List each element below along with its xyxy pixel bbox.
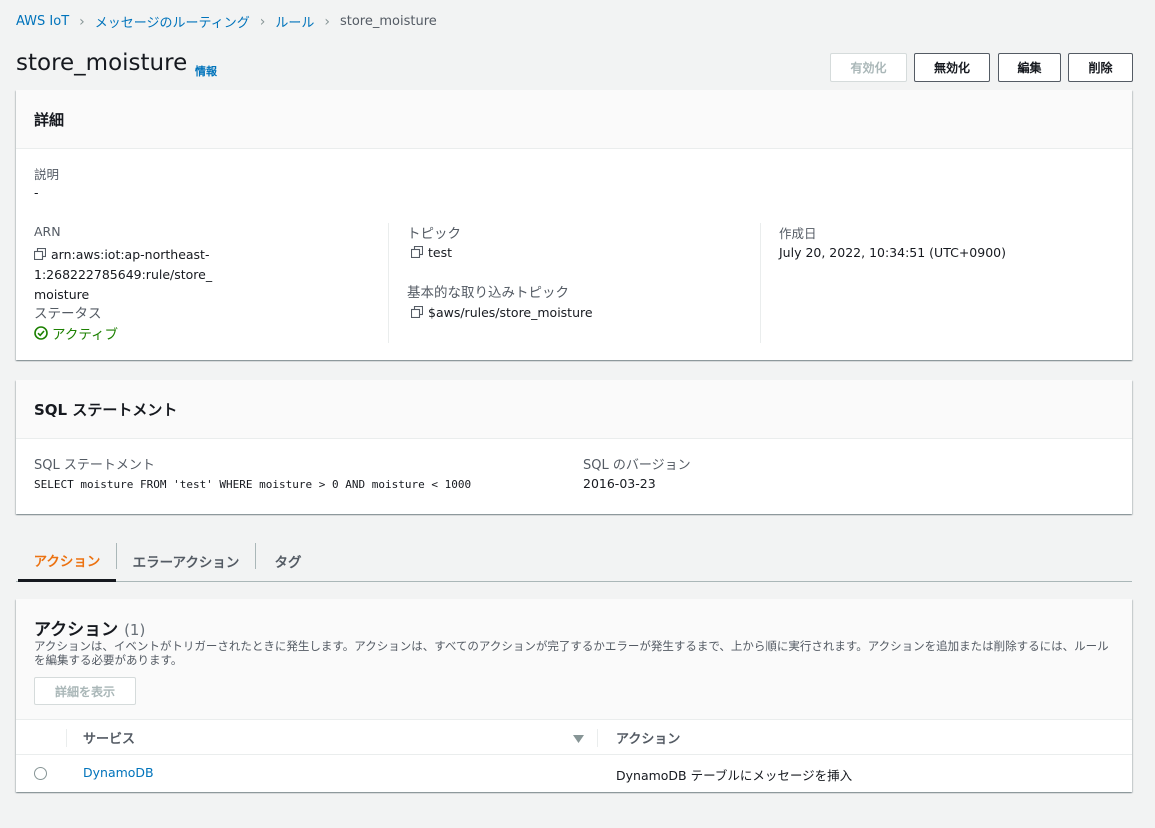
column-header-service[interactable]: サービス xyxy=(83,720,135,755)
basic-ingest-text: $aws/rules/store_moisture xyxy=(428,305,593,320)
actions-count: (1) xyxy=(124,621,146,639)
arn-text-line1: arn:aws:iot:ap-northeast-1:268222785649:… xyxy=(34,247,213,282)
view-details-button[interactable]: 詳細を表示 xyxy=(34,677,136,705)
sql-panel: SQL ステートメント SQL ステートメント SELECT moisture … xyxy=(16,380,1132,514)
copy-icon[interactable] xyxy=(410,245,424,259)
chevron-right-icon: › xyxy=(79,13,85,30)
tab-tags[interactable]: タグ xyxy=(256,540,320,582)
breadcrumb-rules[interactable]: ルール xyxy=(275,12,314,31)
chevron-right-icon: › xyxy=(324,13,330,30)
disable-button[interactable]: 無効化 xyxy=(914,53,990,82)
delete-button[interactable]: 削除 xyxy=(1068,53,1133,82)
actions-panel: アクション (1) アクションは、イベントがトリガーされたときに発生します。アク… xyxy=(16,599,1132,792)
row-radio-button[interactable] xyxy=(34,767,47,780)
breadcrumb-aws-iot[interactable]: AWS IoT xyxy=(16,14,69,29)
tab-error-actions[interactable]: エラーアクション xyxy=(117,540,255,582)
description-label: 説明 xyxy=(34,167,60,182)
topic-value: test xyxy=(410,245,453,260)
table-row[interactable]: DynamoDB DynamoDB テーブルにメッセージを挿入 xyxy=(16,755,1132,792)
sql-statement-label: SQL ステートメント xyxy=(34,458,155,473)
action-value: DynamoDB テーブルにメッセージを挿入 xyxy=(616,768,853,783)
breadcrumb-message-routing[interactable]: メッセージのルーティング xyxy=(95,12,250,31)
edit-button[interactable]: 編集 xyxy=(998,53,1061,82)
basic-ingest-value: $aws/rules/store_moisture xyxy=(410,305,593,320)
breadcrumb: AWS IoT › メッセージのルーティング › ルール › store_moi… xyxy=(16,12,437,31)
tab-actions[interactable]: アクション xyxy=(18,540,116,582)
status-value: アクティブ xyxy=(52,327,119,343)
sort-caret-down-icon[interactable] xyxy=(573,732,584,747)
status-badge: アクティブ xyxy=(34,323,118,343)
enable-button[interactable]: 有効化 xyxy=(830,53,907,82)
sql-panel-title: SQL ステートメント xyxy=(16,380,1132,439)
arn-text-line2: moisture xyxy=(34,287,90,302)
topic-text: test xyxy=(428,245,453,260)
sql-version-label: SQL のバージョン xyxy=(583,458,691,473)
chevron-right-icon: › xyxy=(259,13,266,30)
description-value: - xyxy=(34,185,39,200)
breadcrumb-current: store_moisture xyxy=(339,14,437,29)
actions-description: アクションは、イベントがトリガーされたときに発生します。アクションは、すべてのア… xyxy=(34,639,1109,667)
sql-version-value: 2016-03-23 xyxy=(583,476,656,491)
topic-label: トピック xyxy=(407,226,461,242)
arn-label: ARN xyxy=(34,224,61,239)
actions-panel-title: アクション (1) xyxy=(34,615,145,640)
copy-icon[interactable] xyxy=(410,305,424,319)
service-link[interactable]: DynamoDB xyxy=(83,765,154,780)
actions-title: アクション xyxy=(34,620,119,640)
info-link[interactable]: 情報 xyxy=(195,63,217,79)
status-label: ステータス xyxy=(34,306,102,322)
created-value: July 20, 2022, 10:34:51 (UTC+0900) xyxy=(779,245,1006,260)
column-header-action[interactable]: アクション xyxy=(616,720,680,755)
page-title: store_moisture xyxy=(16,50,188,76)
tab-bar: アクション エラーアクション タグ xyxy=(16,540,1132,582)
column-divider xyxy=(388,223,389,343)
actions-table-header: サービス アクション xyxy=(16,719,1132,755)
copy-icon[interactable] xyxy=(33,246,47,261)
created-label: 作成日 xyxy=(779,226,817,241)
basic-ingest-label: 基本的な取り込みトピック xyxy=(407,285,569,301)
column-divider xyxy=(66,729,67,747)
arn-value: arn:aws:iot:ap-northeast-1:268222785649:… xyxy=(33,245,384,305)
column-divider xyxy=(597,729,598,747)
details-panel: 詳細 説明 - ARN arn:aws:iot:ap-northeast-1:2… xyxy=(16,90,1132,360)
sql-statement-value: SELECT moisture FROM 'test' WHERE moistu… xyxy=(34,478,472,491)
details-panel-title: 詳細 xyxy=(16,90,1132,149)
status-success-icon xyxy=(34,326,48,340)
column-divider xyxy=(760,223,761,343)
